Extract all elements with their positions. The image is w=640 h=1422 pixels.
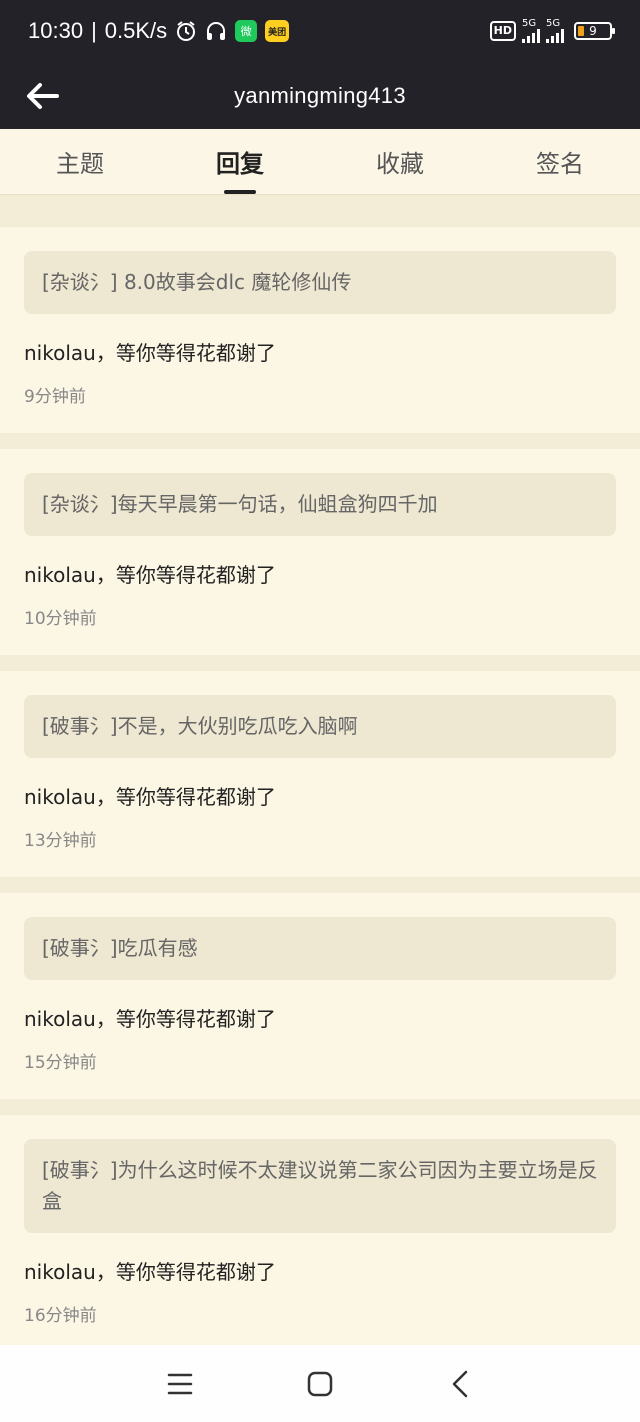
tab-signature[interactable]: 签名 — [480, 129, 640, 194]
menu-icon — [167, 1373, 193, 1394]
reply-topic-link[interactable]: [杂谈氵]每天早晨第一句话，仙蛆盒狗四千加 — [24, 473, 616, 536]
reply-text: nikolau，等你等得花都谢了 — [24, 1260, 276, 1284]
headphones-icon — [205, 20, 227, 42]
tab-favorites[interactable]: 收藏 — [320, 129, 480, 194]
reply-topic-link[interactable]: [杂谈氵] 8.0故事会dlc 魔轮修仙传 — [24, 251, 616, 314]
reply-time: 15分钟前 — [24, 1053, 97, 1073]
alarm-icon — [175, 20, 197, 42]
reply-time: 10分钟前 — [24, 609, 97, 629]
reply-text: nikolau，等你等得花都谢了 — [24, 341, 276, 365]
back-icon — [452, 1370, 468, 1397]
reply-topic-link[interactable]: [破事氵]为什么这时候不太建议说第二家公司因为主要立场是反盒 — [24, 1139, 616, 1233]
status-left: 10:30 | 0.5K/s 微 美团 — [28, 18, 290, 44]
wechat-icon: 微 — [235, 20, 258, 42]
tab-bar: 主题 回复 收藏 签名 — [0, 129, 640, 195]
hd-icon: HD — [489, 21, 516, 41]
signal-icon-1: 5G — [522, 19, 540, 43]
app-root: 10:30 | 0.5K/s 微 美团 HD 5G 5G 9 yanmingmi… — [0, 0, 640, 1422]
status-bar: 10:30 | 0.5K/s 微 美团 HD 5G 5G 9 — [0, 0, 640, 62]
reply-text: nikolau，等你等得花都谢了 — [24, 1007, 276, 1031]
signal-icon-2: 5G — [546, 19, 564, 43]
reply-topic-link[interactable]: [破事氵]不是，大伙别吃瓜吃入脑啊 — [24, 695, 616, 758]
system-back-button[interactable] — [390, 1354, 530, 1414]
recents-button[interactable] — [110, 1354, 250, 1414]
meituan-icon: 美团 — [265, 20, 290, 42]
status-right: HD 5G 5G 9 — [489, 19, 615, 43]
reply-text: nikolau，等你等得花都谢了 — [24, 785, 276, 809]
reply-card[interactable]: [破事氵]为什么这时候不太建议说第二家公司因为主要立场是反盒 nikolau，等… — [0, 1115, 640, 1345]
home-icon — [307, 1371, 333, 1396]
reply-card[interactable]: [杂谈氵]每天早晨第一句话，仙蛆盒狗四千加 nikolau，等你等得花都谢了 1… — [0, 449, 640, 655]
reply-card[interactable]: [杂谈氵] 8.0故事会dlc 魔轮修仙传 nikolau，等你等得花都谢了 9… — [0, 227, 640, 433]
reply-time: 16分钟前 — [24, 1306, 97, 1326]
reply-time: 13分钟前 — [24, 831, 97, 851]
reply-time: 9分钟前 — [24, 387, 86, 407]
reply-card[interactable]: [破事氵]不是，大伙别吃瓜吃入脑啊 nikolau，等你等得花都谢了 13分钟前 — [0, 671, 640, 877]
tab-replies[interactable]: 回复 — [160, 129, 320, 194]
app-header: yanmingming413 — [0, 62, 640, 129]
back-button[interactable] — [22, 76, 62, 116]
battery-icon: 9 — [574, 22, 615, 40]
reply-text: nikolau，等你等得花都谢了 — [24, 563, 276, 587]
reply-list: [杂谈氵] 8.0故事会dlc 魔轮修仙传 nikolau，等你等得花都谢了 9… — [0, 210, 640, 1345]
arrow-left-icon — [27, 83, 59, 109]
page-title: yanmingming413 — [234, 82, 406, 108]
system-nav-bar — [0, 1345, 640, 1422]
status-divider: | — [91, 18, 97, 43]
reply-topic-link[interactable]: [破事氵]吃瓜有感 — [24, 917, 616, 980]
status-time: 10:30 — [28, 18, 84, 43]
status-speed: 0.5K/s — [104, 18, 168, 43]
reply-card[interactable]: [破事氵]吃瓜有感 nikolau，等你等得花都谢了 15分钟前 — [0, 893, 640, 1099]
home-button[interactable] — [250, 1354, 390, 1414]
tab-topics[interactable]: 主题 — [0, 129, 160, 194]
